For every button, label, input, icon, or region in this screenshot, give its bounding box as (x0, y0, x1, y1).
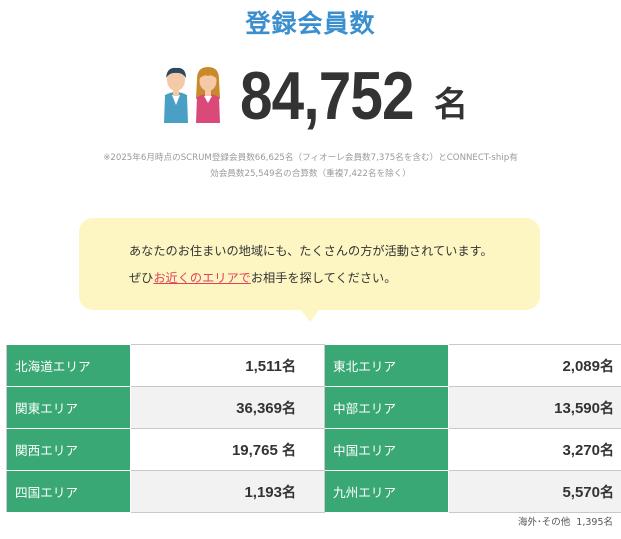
region-count: 13,590名 (448, 386, 621, 429)
region-name: 関西エリア (6, 428, 131, 471)
region-name: 東北エリア (324, 344, 449, 387)
area-message-bubble: あなたのお住まいの地域にも、たくさんの方が活動されています。 ぜひお近くのエリア… (79, 218, 540, 322)
bubble-line-1: あなたのお住まいの地域にも、たくさんの方が活動されています。 (129, 244, 493, 258)
table-row: 北海道エリア 1,511名 東北エリア 2,089名 (6, 344, 621, 387)
overseas-other-count: 海外･その他 1,395名 (518, 514, 613, 528)
region-name: 四国エリア (6, 470, 131, 513)
overseas-other-label: 海外･その他 (518, 517, 571, 528)
region-count: 1,511名 (130, 344, 325, 387)
region-count: 2,089名 (448, 344, 621, 387)
total-member-count: 84,752 (240, 58, 415, 134)
region-name: 北海道エリア (6, 344, 131, 387)
region-count: 36,369名 (130, 386, 325, 429)
region-name: 中部エリア (324, 386, 449, 429)
page-title: 登録会員数 (245, 9, 376, 38)
region-count: 5,570名 (448, 470, 621, 513)
nearby-area-link[interactable]: お近くのエリアで (153, 271, 251, 285)
region-name: 関東エリア (6, 386, 131, 429)
bubble-line-2: ぜひお近くのエリアでお相手を探してください。 (129, 268, 396, 286)
member-count-display: 84,752 名 (160, 56, 468, 136)
member-avatars (160, 65, 224, 127)
region-member-table: 北海道エリア 1,511名 東北エリア 2,089名 関東エリア 36,369名… (6, 344, 621, 513)
total-member-unit: 名 (433, 84, 468, 125)
bubble-line-2-prefix: ぜひ (129, 271, 154, 285)
male-member-icon (160, 65, 192, 127)
region-count: 3,270名 (448, 428, 621, 471)
table-row: 四国エリア 1,193名 九州エリア 5,570名 (6, 470, 621, 513)
region-count: 1,193名 (130, 470, 325, 513)
note-line-1: ※2025年6月時点のSCRUM登録会員数66,625名（フィオーレ会員数7,3… (103, 153, 518, 163)
table-row: 関東エリア 36,369名 中部エリア 13,590名 (6, 386, 621, 429)
bubble-line-2-suffix: お相手を探してください。 (250, 271, 397, 285)
overseas-other-value: 1,395名 (576, 517, 613, 528)
female-member-icon (192, 65, 224, 127)
region-name: 九州エリア (324, 470, 449, 513)
region-name: 中国エリア (324, 428, 449, 471)
member-count-page: 登録会員数 84,752 名 ※2025年6月時点のSCRUM登録会員数66,6… (0, 0, 621, 539)
member-count-note: ※2025年6月時点のSCRUM登録会員数66,625名（フィオーレ会員数7,3… (0, 150, 621, 182)
region-count: 19,765 名 (130, 428, 325, 471)
table-row: 関西エリア 19,765 名 中国エリア 3,270名 (6, 428, 621, 471)
note-line-2: 効会員数25,549名の合算数（重複7,422名を除く） (210, 169, 411, 179)
